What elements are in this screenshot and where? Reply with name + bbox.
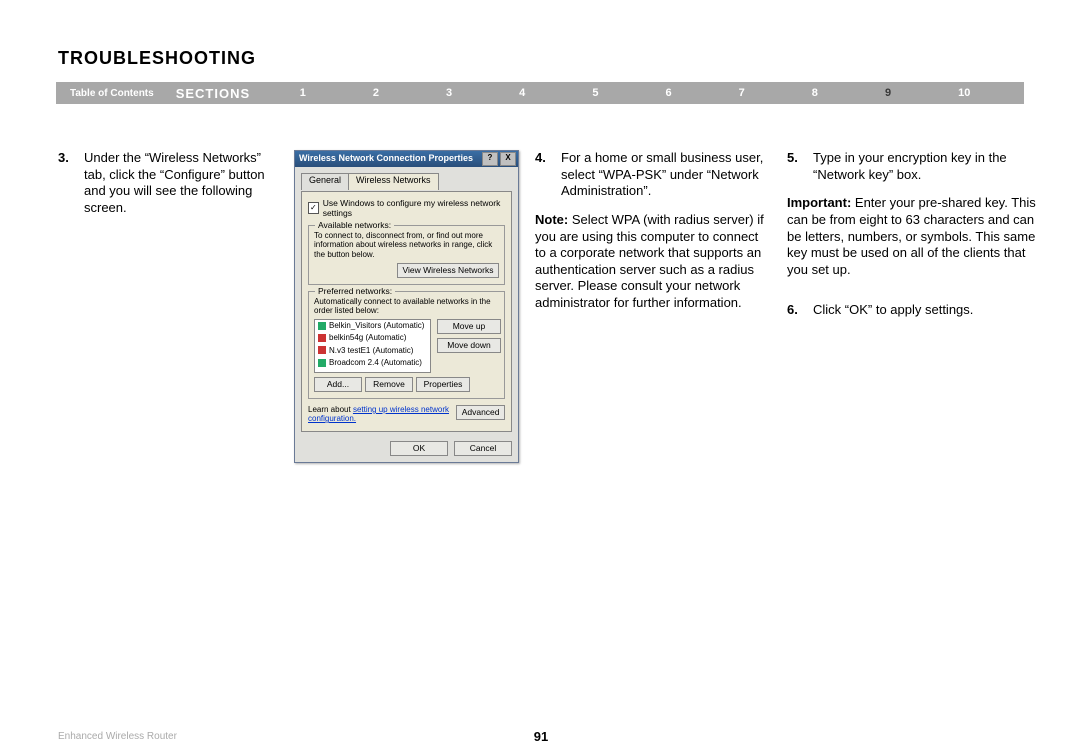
- section-nav: Table of Contents SECTIONS 1 2 3 4 5 6 7…: [56, 82, 1024, 104]
- section-link-1[interactable]: 1: [300, 87, 306, 99]
- dialog-window: Wireless Network Connection Properties ?…: [294, 150, 519, 463]
- section-link-10[interactable]: 10: [958, 87, 970, 99]
- move-down-button[interactable]: Move down: [437, 338, 501, 353]
- step-5-number: 5.: [787, 150, 813, 183]
- step-5-important: Important: Enter your pre-shared key. Th…: [787, 195, 1037, 278]
- use-windows-checkbox[interactable]: ✓: [308, 202, 319, 214]
- ok-button[interactable]: OK: [390, 441, 448, 456]
- table-of-contents-link[interactable]: Table of Contents: [56, 88, 168, 99]
- page-title: TROUBLESHOOTING: [58, 48, 256, 69]
- step-5: 5. Type in your encryption key in the “N…: [787, 150, 1037, 183]
- preferred-networks-group: Preferred networks: Automatically connec…: [308, 291, 505, 399]
- step-3: 3. Under the “Wireless Networks” tab, cl…: [58, 150, 278, 217]
- content-area: 3. Under the “Wireless Networks” tab, cl…: [58, 150, 1024, 463]
- preferred-networks-label: Preferred networks:: [315, 286, 395, 297]
- section-link-2[interactable]: 2: [373, 87, 379, 99]
- step-4-note: Note: Select WPA (with radius server) if…: [535, 212, 771, 312]
- preferred-networks-list[interactable]: Belkin_Visitors (Automatic) belkin54g (A…: [314, 319, 431, 373]
- sections-label: SECTIONS: [168, 86, 266, 101]
- section-link-3[interactable]: 3: [446, 87, 452, 99]
- list-item[interactable]: belkin54g (Automatic): [315, 332, 430, 344]
- dialog-titlebar[interactable]: Wireless Network Connection Properties ?…: [295, 151, 518, 167]
- dialog-tabs: General Wireless Networks: [301, 173, 512, 190]
- network-icon: [318, 334, 326, 342]
- section-link-6[interactable]: 6: [665, 87, 671, 99]
- available-networks-label: Available networks:: [315, 220, 394, 231]
- dialog-close-button[interactable]: X: [500, 152, 516, 166]
- section-links: 1 2 3 4 5 6 7 8 9 10: [266, 87, 1024, 99]
- step-5-text: Type in your encryption key in the “Netw…: [813, 150, 1037, 183]
- network-icon: [318, 346, 326, 354]
- section-link-9[interactable]: 9: [885, 87, 891, 99]
- list-item[interactable]: Broadcom 2.4 (Automatic): [315, 357, 430, 369]
- view-wireless-networks-button[interactable]: View Wireless Networks: [397, 263, 499, 278]
- step-6: 6. Click “OK” to apply settings.: [787, 302, 1037, 319]
- step-6-number: 6.: [787, 302, 813, 319]
- step-3-text: Under the “Wireless Networks” tab, click…: [84, 150, 278, 217]
- dialog-help-button[interactable]: ?: [482, 152, 498, 166]
- network-icon: [318, 359, 326, 367]
- use-windows-label: Use Windows to configure my wireless net…: [323, 198, 505, 220]
- column-step-4: 4. For a home or small business user, se…: [535, 150, 771, 463]
- column-step-3: 3. Under the “Wireless Networks” tab, cl…: [58, 150, 278, 463]
- network-icon: [318, 322, 326, 330]
- column-steps-5-6: 5. Type in your encryption key in the “N…: [787, 150, 1037, 463]
- remove-button[interactable]: Remove: [365, 377, 413, 392]
- section-link-8[interactable]: 8: [812, 87, 818, 99]
- use-windows-checkbox-row: ✓ Use Windows to configure my wireless n…: [308, 198, 505, 220]
- move-up-button[interactable]: Move up: [437, 319, 501, 334]
- footer-left: Enhanced Wireless Router: [58, 731, 177, 742]
- dialog-tab-panel: ✓ Use Windows to configure my wireless n…: [301, 191, 512, 433]
- preferred-networks-desc: Automatically connect to available netwo…: [314, 297, 499, 315]
- page-footer: Enhanced Wireless Router 91: [58, 731, 1024, 742]
- step-3-number: 3.: [58, 150, 84, 217]
- column-dialog: Wireless Network Connection Properties ?…: [294, 150, 519, 463]
- dialog-title-text: Wireless Network Connection Properties: [299, 153, 473, 165]
- section-link-5[interactable]: 5: [592, 87, 598, 99]
- step-4-number: 4.: [535, 150, 561, 200]
- learn-text: Learn about: [308, 405, 353, 414]
- step-4: 4. For a home or small business user, se…: [535, 150, 771, 200]
- section-link-7[interactable]: 7: [739, 87, 745, 99]
- available-networks-group: Available networks: To connect to, disco…: [308, 225, 505, 284]
- page-number: 91: [534, 729, 548, 744]
- section-link-4[interactable]: 4: [519, 87, 525, 99]
- list-item[interactable]: N.v3 testE1 (Automatic): [315, 345, 430, 357]
- advanced-button[interactable]: Advanced: [456, 405, 505, 420]
- cancel-button[interactable]: Cancel: [454, 441, 512, 456]
- properties-button[interactable]: Properties: [416, 377, 470, 392]
- note-label: Note:: [535, 212, 568, 227]
- tab-wireless-networks[interactable]: Wireless Networks: [348, 173, 439, 190]
- add-button[interactable]: Add...: [314, 377, 362, 392]
- step-6-text: Click “OK” to apply settings.: [813, 302, 1037, 319]
- list-item[interactable]: Belkin_Visitors (Automatic): [315, 320, 430, 332]
- note-text: Select WPA (with radius server) if you a…: [535, 212, 764, 310]
- tab-general[interactable]: General: [301, 173, 349, 190]
- available-networks-desc: To connect to, disconnect from, or find …: [314, 231, 499, 259]
- step-4-text: For a home or small business user, selec…: [561, 150, 771, 200]
- important-label: Important:: [787, 195, 851, 210]
